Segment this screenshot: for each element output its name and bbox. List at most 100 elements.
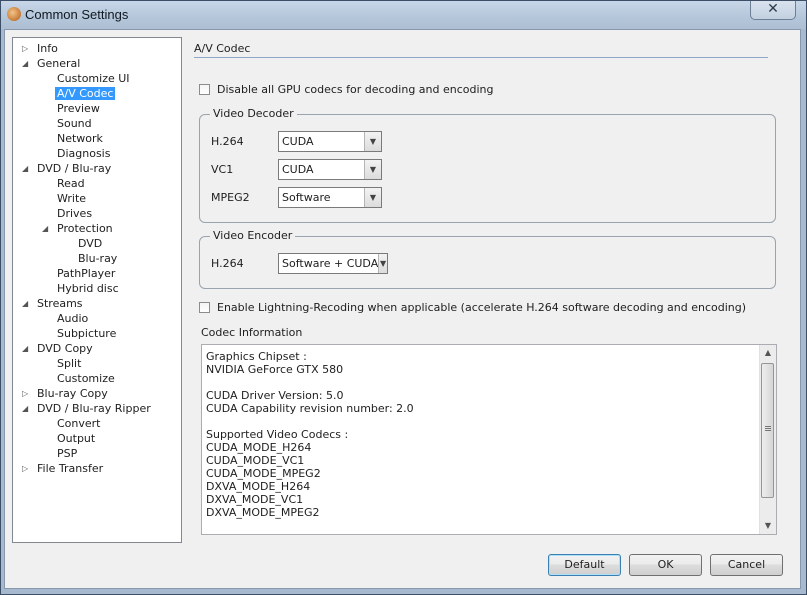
tree-item-general[interactable]: ◢ General: [22, 56, 82, 71]
codec-info-line: NVIDIA GeForce GTX 580: [206, 363, 344, 376]
scroll-down-icon[interactable]: ▼: [760, 518, 776, 534]
lightning-recoding-row[interactable]: Enable Lightning-Recoding when applicabl…: [199, 301, 746, 314]
tree-item-audio[interactable]: Audio: [55, 311, 90, 326]
tree-item-hybrid-disc[interactable]: Hybrid disc: [55, 281, 121, 296]
tree-item-label: Blu-ray: [78, 252, 118, 265]
expanded-arrow-icon[interactable]: ◢: [22, 344, 31, 353]
tree-item-label: Streams: [37, 297, 83, 310]
decoder-h264-label: H.264: [211, 135, 244, 148]
settings-window: Common Settings ✕ ▷ Info ◢ General Customize…: [0, 0, 807, 595]
codec-info-line: [206, 415, 414, 428]
decoder-mpeg2-select[interactable]: Software ▼: [278, 187, 382, 208]
expanded-arrow-icon[interactable]: ◢: [22, 164, 31, 173]
tree-item-write[interactable]: Write: [55, 191, 88, 206]
grip-icon: [765, 426, 771, 427]
decoder-mpeg2-label: MPEG2: [211, 191, 250, 204]
tree-item-label: Customize: [57, 372, 115, 385]
tree-item-read[interactable]: Read: [55, 176, 87, 191]
tree-item-blu-ray[interactable]: Blu-ray: [76, 251, 119, 266]
expanded-arrow-icon[interactable]: ◢: [22, 59, 31, 68]
expanded-arrow-icon[interactable]: ◢: [42, 224, 51, 233]
tree-item-label: Protection: [57, 222, 113, 235]
tree-item-streams[interactable]: ◢ Streams: [22, 296, 85, 311]
codec-info-line: DXVA_MODE_H264: [206, 480, 311, 493]
expanded-arrow-icon[interactable]: ◢: [22, 404, 31, 413]
tree-item-customize[interactable]: Customize: [55, 371, 117, 386]
tree-item-drives[interactable]: Drives: [55, 206, 94, 221]
decoder-mpeg2-value: Software: [282, 191, 331, 204]
chevron-down-icon[interactable]: ▼: [378, 254, 387, 273]
tree-item-label: DVD Copy: [37, 342, 93, 355]
scroll-up-icon[interactable]: ▲: [760, 345, 776, 361]
encoder-h264-select[interactable]: Software + CUDA ▼: [278, 253, 388, 274]
tree-item-label: DVD / Blu-ray Ripper: [37, 402, 151, 415]
tree-item-customize-ui[interactable]: Customize UI: [55, 71, 132, 86]
tree-item-dvd[interactable]: DVD: [76, 236, 104, 251]
tree-item-dvd-blu-ray[interactable]: ◢ DVD / Blu-ray: [22, 161, 113, 176]
tree-item-output[interactable]: Output: [55, 431, 97, 446]
codec-info-text: Graphics Chipset : NVIDIA GeForce GTX 580…: [206, 350, 414, 534]
chevron-down-icon[interactable]: ▼: [364, 132, 381, 151]
tree-item-split[interactable]: Split: [55, 356, 83, 371]
default-button[interactable]: Default: [548, 554, 621, 576]
expanded-arrow-icon[interactable]: ◢: [22, 299, 31, 308]
tree-item-diagnosis[interactable]: Diagnosis: [55, 146, 112, 161]
app-logo-icon: [7, 7, 21, 21]
tree-item-label: General: [37, 57, 81, 70]
tree-item-a-v-codec[interactable]: A/V Codec: [55, 86, 116, 101]
tree-item-dvd-copy[interactable]: ◢ DVD Copy: [22, 341, 95, 356]
tree-item-label: A/V Codec: [55, 87, 116, 100]
dialog-client-area: ▷ Info ◢ General Customize UI A/V Codec Previe…: [4, 29, 801, 589]
settings-tree[interactable]: ▷ Info ◢ General Customize UI A/V Codec Previe…: [12, 37, 182, 543]
codec-info-line: CUDA_MODE_VC1: [206, 454, 305, 467]
tree-item-sound[interactable]: Sound: [55, 116, 94, 131]
decoder-h264-row: H.264 CUDA ▼: [211, 131, 382, 152]
tree-item-blu-ray-copy[interactable]: ▷ Blu-ray Copy: [22, 386, 110, 401]
title-bar[interactable]: Common Settings ✕: [1, 1, 806, 29]
tree-item-convert[interactable]: Convert: [55, 416, 103, 431]
chevron-down-icon[interactable]: ▼: [364, 160, 381, 179]
tree-item-label: Preview: [57, 102, 100, 115]
lightning-recoding-checkbox[interactable]: [199, 302, 210, 313]
codec-info-line: Graphics Chipset :: [206, 350, 307, 363]
tree-item-label: Subpicture: [57, 327, 117, 340]
tree-item-preview[interactable]: Preview: [55, 101, 102, 116]
tree-item-file-transfer[interactable]: ▷ File Transfer: [22, 461, 105, 476]
av-codec-panel: A/V Codec Disable all GPU codecs for dec…: [190, 30, 795, 550]
decoder-vc1-select[interactable]: CUDA ▼: [278, 159, 382, 180]
tree-item-network[interactable]: Network: [55, 131, 105, 146]
codec-info-line: [206, 376, 414, 389]
tree-item-label: Blu-ray Copy: [37, 387, 108, 400]
disable-gpu-row[interactable]: Disable all GPU codecs for decoding and …: [199, 83, 494, 96]
tree-item-pathplayer[interactable]: PathPlayer: [55, 266, 117, 281]
scrollbar-thumb[interactable]: [761, 363, 774, 498]
tree-item-protection[interactable]: ◢ Protection: [42, 221, 115, 236]
codec-info-line: [206, 519, 414, 532]
codec-info-label: Codec Information: [201, 326, 303, 339]
collapsed-arrow-icon[interactable]: ▷: [22, 389, 31, 398]
cancel-button[interactable]: Cancel: [710, 554, 783, 576]
codec-info-textbox[interactable]: Graphics Chipset : NVIDIA GeForce GTX 580…: [201, 344, 777, 535]
decoder-vc1-value: CUDA: [282, 163, 314, 176]
tree-item-psp[interactable]: PSP: [55, 446, 79, 461]
codec-info-line: Supported Video Codecs :: [206, 428, 349, 441]
tree-item-label: Audio: [57, 312, 89, 325]
collapsed-arrow-icon[interactable]: ▷: [22, 464, 31, 473]
page-title: A/V Codec: [194, 42, 251, 55]
disable-gpu-checkbox[interactable]: [199, 84, 210, 95]
codec-info-line: CUDA Capability revision number: 2.0: [206, 402, 414, 415]
tree-item-label: Network: [57, 132, 103, 145]
decoder-h264-select[interactable]: CUDA ▼: [278, 131, 382, 152]
tree-item-info[interactable]: ▷ Info: [22, 41, 60, 56]
codec-info-scrollbar[interactable]: ▲ ▼: [759, 345, 776, 534]
tree-item-dvd-blu-ray-ripper[interactable]: ◢ DVD / Blu-ray Ripper: [22, 401, 153, 416]
collapsed-arrow-icon[interactable]: ▷: [22, 44, 31, 53]
tree-item-label: Convert: [57, 417, 101, 430]
video-decoder-group: Video Decoder H.264 CUDA ▼ VC1 CUDA ▼ MP…: [199, 107, 776, 223]
tree-item-label: Sound: [57, 117, 92, 130]
chevron-down-icon[interactable]: ▼: [364, 188, 381, 207]
codec-info-line: CUDA Driver Version: 5.0: [206, 389, 344, 402]
tree-item-subpicture[interactable]: Subpicture: [55, 326, 118, 341]
ok-button[interactable]: OK: [629, 554, 702, 576]
close-button[interactable]: ✕: [750, 1, 796, 20]
